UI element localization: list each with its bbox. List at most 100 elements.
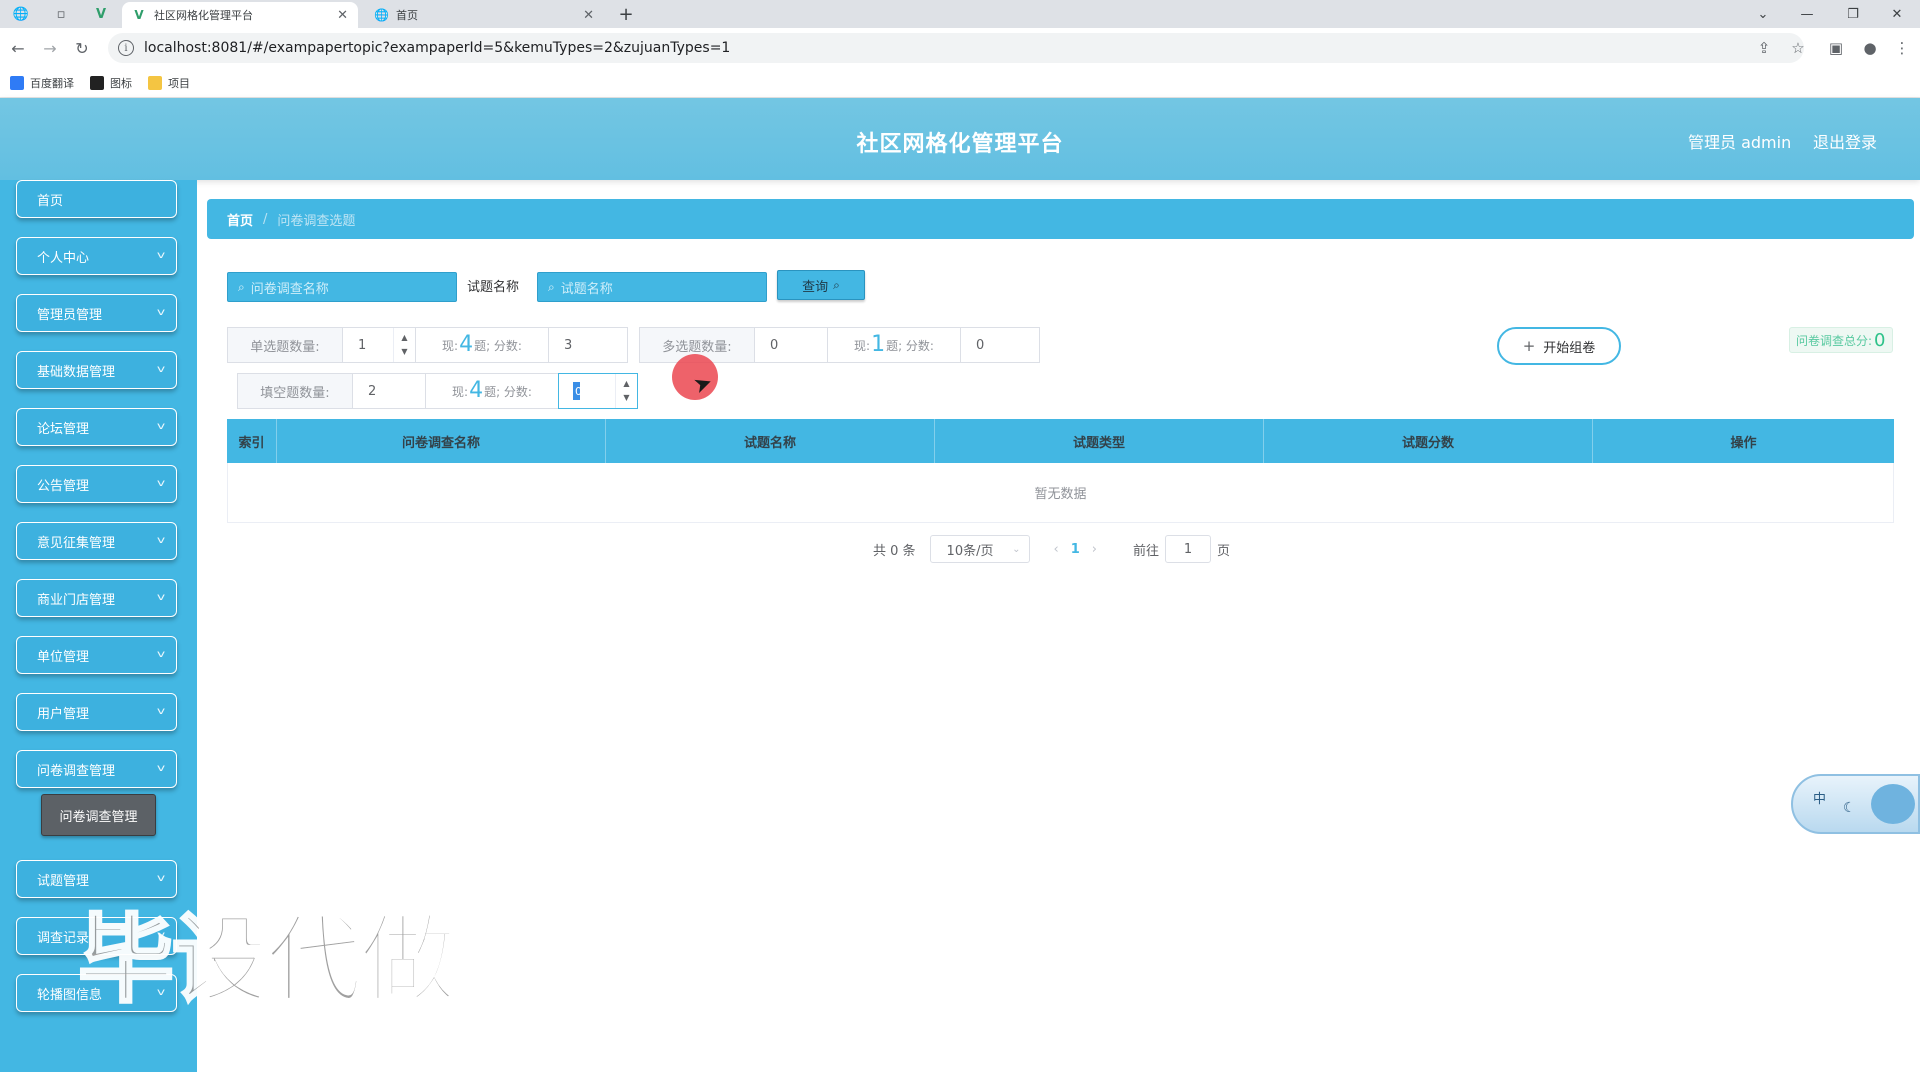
total-score-badge: 问卷调查总分: 0 — [1789, 327, 1893, 353]
blank-tab-icon[interactable]: ▫ — [48, 4, 74, 24]
minimize-icon[interactable]: — — [1784, 0, 1830, 28]
bookmark-label: 项目 — [168, 76, 190, 90]
multi-score-value: 0 — [976, 337, 985, 353]
vue-logo-icon: V — [134, 8, 144, 22]
stepper-arrows-icon[interactable]: ▲ ▼ — [393, 328, 415, 362]
browser-tab[interactable]: 🌐 首页 ✕ — [364, 2, 604, 28]
share-icon[interactable]: ⇪ — [1752, 36, 1776, 60]
bookmark-icons[interactable]: 图标 — [90, 75, 132, 91]
watermark-text: 毕设代做 — [77, 903, 458, 1018]
sidebar-item-label: 论坛管理 — [37, 421, 90, 437]
restore-icon[interactable]: ❐ — [1830, 0, 1876, 28]
now-prefix: 现: — [452, 384, 469, 399]
column-header-survey-name: 问卷调查名称 — [277, 419, 606, 463]
search-icon: ⌕ — [548, 279, 555, 294]
now-suffix: 题; 分数: — [474, 338, 522, 353]
sidebar-item-survey[interactable]: 问卷调查管理 v — [16, 750, 177, 788]
single-score-value: 3 — [564, 337, 573, 353]
chevron-down-icon: v — [156, 364, 166, 375]
pagination-total: 共 0 条 — [873, 543, 916, 559]
total-score-label: 问卷调查总分: — [1796, 333, 1873, 348]
single-count-label: 单选题数量: — [227, 327, 343, 363]
sidebar-item-label: 管理员管理 — [37, 307, 103, 323]
more-menu-icon[interactable]: ⋮ — [1890, 36, 1914, 60]
close-icon[interactable]: ✕ — [583, 8, 594, 23]
survey-name-placeholder: 问卷调查名称 — [250, 281, 329, 297]
sidebar-item-label: 公告管理 — [37, 478, 90, 494]
chevron-down-icon: v — [156, 250, 166, 261]
sidebar-item-users[interactable]: 用户管理 v — [16, 693, 177, 731]
bookmark-projects[interactable]: 项目 — [148, 75, 190, 91]
breadcrumb-home[interactable]: 首页 — [227, 210, 253, 229]
sidebar-item-profile[interactable]: 个人中心 v — [16, 237, 177, 275]
single-now-info: 现: 4 题; 分数: — [415, 327, 549, 363]
single-now-value: 4 — [459, 332, 474, 357]
goto-page-input[interactable]: 1 — [1165, 535, 1212, 563]
survey-name-search-input[interactable]: ⌕ 问卷调查名称 — [227, 272, 457, 302]
sidebar-item-stores[interactable]: 商业门店管理 v — [16, 579, 177, 617]
goto-page-value: 1 — [1183, 541, 1193, 557]
chevron-down-icon: v — [156, 421, 166, 432]
profile-avatar-icon[interactable]: ● — [1858, 36, 1882, 60]
search-icon: ⌕ — [238, 279, 245, 294]
forward-arrow-icon[interactable]: → — [36, 34, 64, 62]
goto-suffix: 页 — [1217, 543, 1231, 559]
vue-tab-icon[interactable]: V — [88, 4, 114, 24]
query-button[interactable]: 查询 ⌕ — [777, 270, 865, 300]
chevron-down-icon: v — [156, 478, 166, 489]
query-button-label: 查询 — [802, 279, 829, 295]
column-header-question-score: 试题分数 — [1264, 419, 1593, 463]
multi-score-input[interactable]: 0 — [960, 327, 1040, 363]
sidebar-item-feedback[interactable]: 意见征集管理 v — [16, 522, 177, 560]
site-info-icon[interactable]: i — [118, 40, 134, 56]
submenu-item-survey-manage[interactable]: 问卷调查管理 — [41, 794, 156, 836]
side-panel-icon[interactable]: ▣ — [1824, 36, 1848, 60]
breadcrumb-separator: / — [263, 211, 268, 227]
sidebar-item-label: 首页 — [37, 193, 64, 209]
browser-tab-bar: 🌐 ▫ V V 社区网格化管理平台 ✕ 🌐 首页 ✕ + ⌄ — ❐ ✕ — [0, 0, 1920, 28]
browser-tab-active[interactable]: V 社区网格化管理平台 ✕ — [122, 2, 358, 28]
question-name-search-input[interactable]: ⌕ 试题名称 — [537, 272, 767, 302]
chevron-down-icon: ⌄ — [1012, 543, 1021, 555]
close-icon[interactable]: ✕ — [337, 8, 348, 23]
reload-icon[interactable]: ↻ — [68, 34, 96, 62]
sidebar-item-home[interactable]: 首页 — [16, 180, 177, 218]
url-field[interactable]: i localhost:8081/#/exampapertopic?exampa… — [108, 33, 1804, 63]
globe-icon[interactable]: 🌐 — [8, 4, 34, 24]
prev-page-icon[interactable]: ‹ — [1054, 542, 1059, 557]
fill-count-stepper[interactable]: 2 — [352, 373, 426, 409]
sidebar-item-forum[interactable]: 论坛管理 v — [16, 408, 177, 446]
sidebar-item-basic-data[interactable]: 基础数据管理 v — [16, 351, 177, 389]
new-tab-icon[interactable]: + — [614, 2, 638, 26]
sidebar-item-admin[interactable]: 管理员管理 v — [16, 294, 177, 332]
bookmark-baidu-translate[interactable]: 百度翻译 — [10, 75, 74, 91]
single-score-input[interactable]: 3 — [548, 327, 628, 363]
sidebar-item-units[interactable]: 单位管理 v — [16, 636, 177, 674]
breadcrumb-current: 问卷调查选题 — [277, 213, 356, 229]
sidebar-item-notice[interactable]: 公告管理 v — [16, 465, 177, 503]
chevron-down-icon: v — [156, 649, 166, 660]
logout-link[interactable]: 退出登录 — [1813, 129, 1877, 153]
globe-icon: 🌐 — [374, 8, 389, 22]
single-count-stepper[interactable]: 1 ▲ ▼ — [342, 327, 416, 363]
tab-title: 首页 — [396, 9, 418, 22]
multi-count-stepper[interactable]: 0 — [754, 327, 828, 363]
page-size-value: 10条/页 — [946, 543, 994, 559]
column-header-actions: 操作 — [1730, 435, 1757, 451]
window-close-icon[interactable]: ✕ — [1874, 0, 1920, 28]
back-arrow-icon[interactable]: ← — [4, 34, 32, 62]
stepper-arrows-icon[interactable]: ▲ ▼ — [615, 374, 637, 408]
start-compose-button[interactable]: + 开始组卷 — [1497, 327, 1621, 365]
pagination: 共 0 条 10条/页 ⌄ ‹ 1 › 前往 1 页 — [873, 535, 1230, 563]
image-icon — [90, 75, 104, 90]
star-icon[interactable]: ☆ — [1786, 36, 1810, 60]
next-page-icon[interactable]: › — [1092, 542, 1097, 557]
sidebar-item-label: 用户管理 — [37, 706, 90, 722]
ime-floating-widget[interactable]: 中 ☾ — [1791, 774, 1920, 834]
folder-icon — [148, 75, 162, 90]
url-text: localhost:8081/#/exampapertopic?exampape… — [144, 40, 731, 56]
page-number-current[interactable]: 1 — [1071, 542, 1080, 557]
tab-search-chevron-icon[interactable]: ⌄ — [1740, 0, 1786, 28]
page-size-select[interactable]: 10条/页 ⌄ — [929, 535, 1030, 563]
fill-score-stepper[interactable]: 0 ▲ ▼ — [558, 373, 638, 409]
